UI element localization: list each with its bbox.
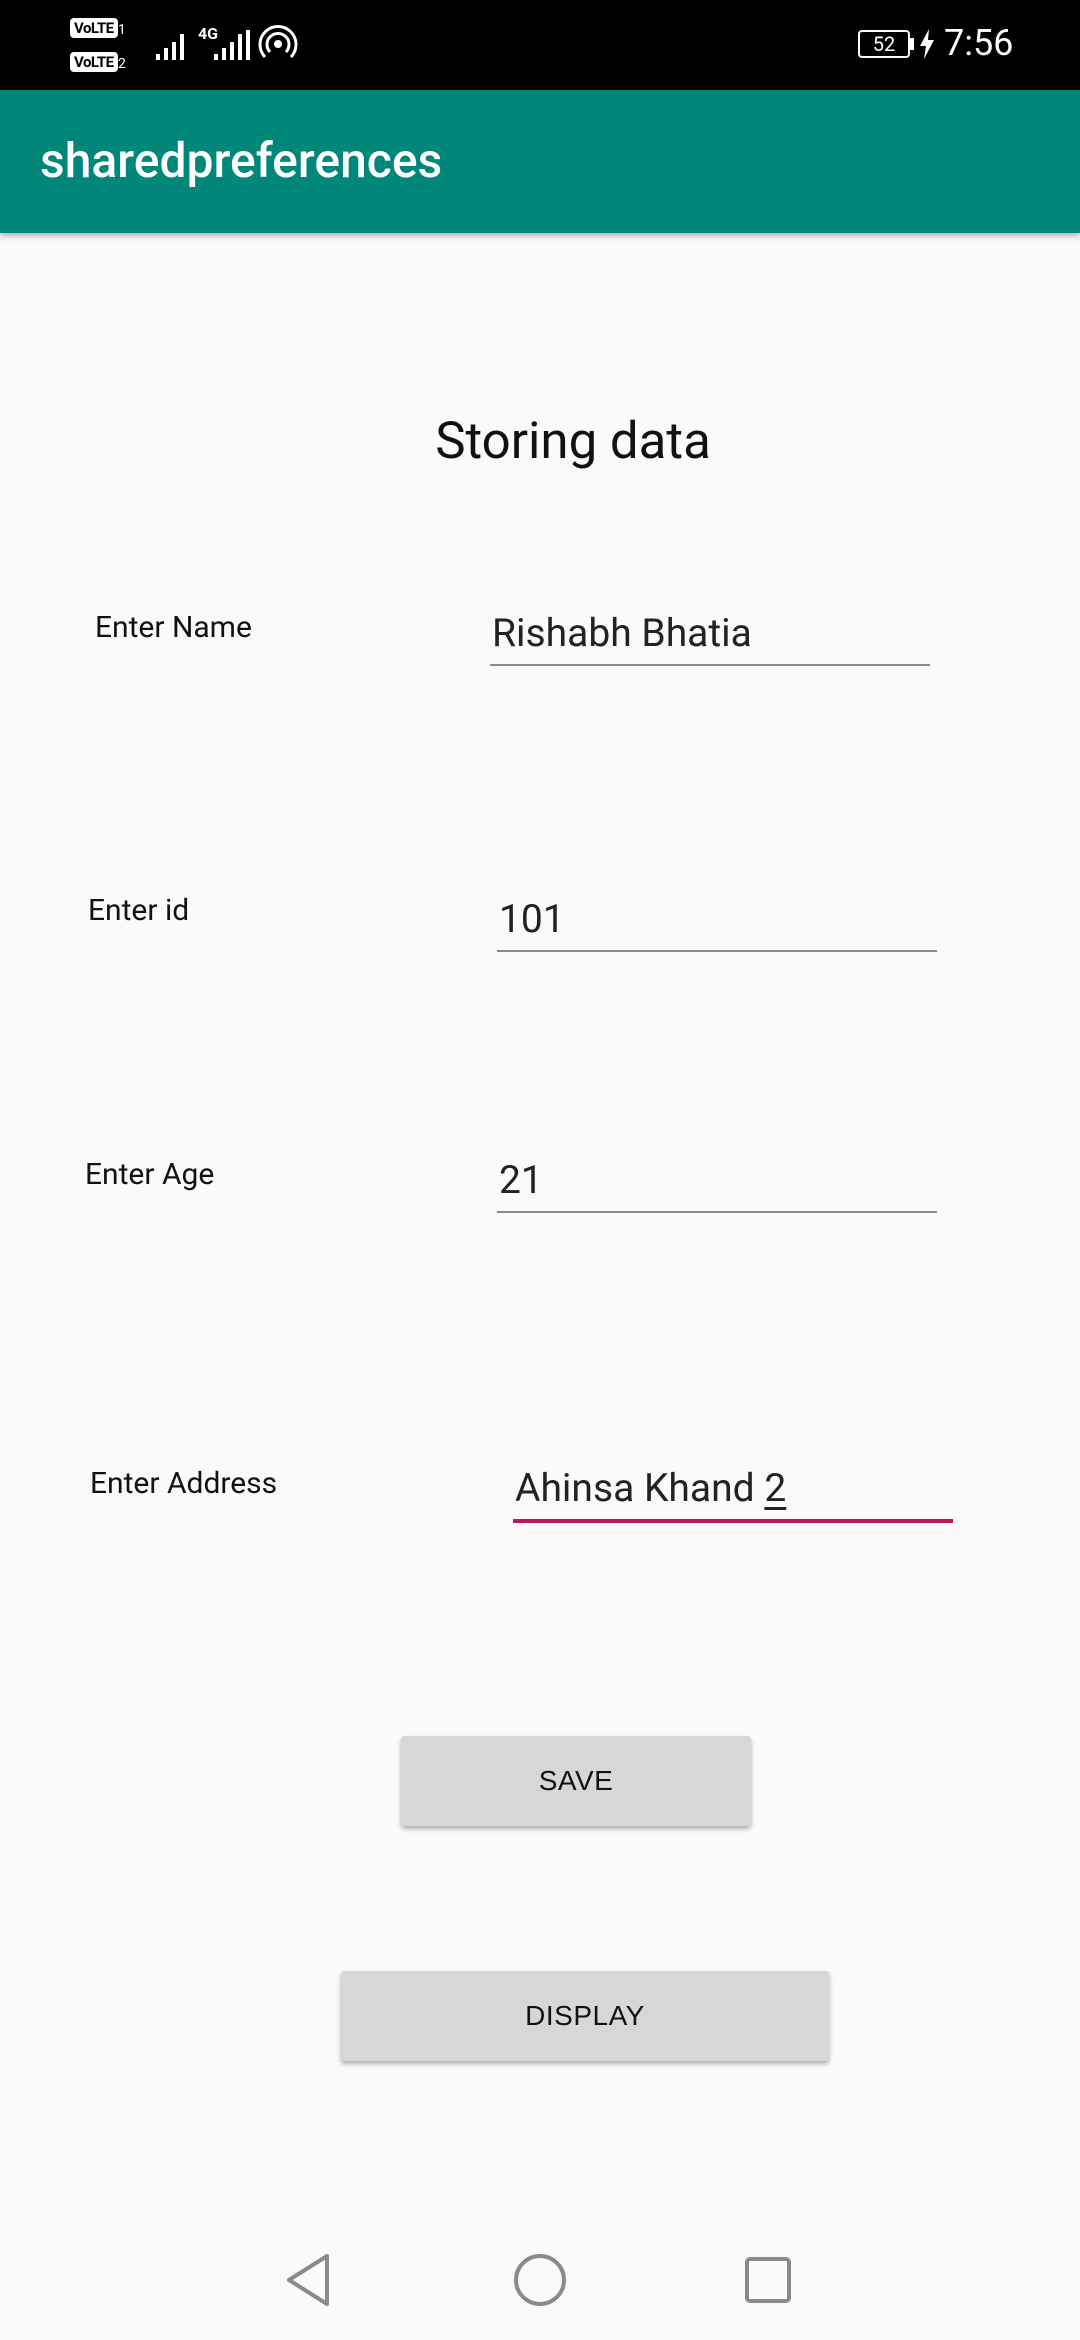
signal-sim1-icon	[156, 34, 184, 60]
id-input[interactable]: 101	[497, 892, 937, 952]
status-bar: VoLTE 1 VoLTE 2 4G 52 7:56	[0, 0, 1080, 90]
hotspot-icon	[258, 25, 298, 59]
id-label: Enter id	[88, 893, 190, 928]
name-input-value: Rishabh Bhatia	[492, 610, 752, 656]
sim1-number: 1	[118, 22, 126, 38]
address-label: Enter Address	[90, 1466, 278, 1501]
volte-sim1-badge: VoLTE	[70, 18, 118, 38]
charging-icon	[920, 29, 934, 59]
sim2-number: 2	[118, 56, 126, 72]
id-input-value: 101	[499, 896, 565, 942]
name-input[interactable]: Rishabh Bhatia	[490, 606, 930, 666]
app-bar: sharedpreferences	[0, 90, 1080, 233]
home-icon	[514, 2254, 566, 2306]
signal-sim2-icon	[214, 30, 250, 60]
navigation-bar	[0, 2215, 1080, 2340]
address-composing-text: 2	[764, 1465, 787, 1511]
app-title: sharedpreferences	[40, 132, 443, 189]
battery-tip	[910, 38, 914, 50]
back-button[interactable]	[273, 2245, 343, 2315]
home-button[interactable]	[505, 2245, 575, 2315]
address-input-value: Ahinsa Khand 2	[515, 1465, 787, 1511]
recents-button[interactable]	[733, 2245, 803, 2315]
save-button[interactable]: SAVE	[401, 1736, 751, 1826]
age-input-value: 21	[499, 1157, 543, 1203]
volte-sim2-badge: VoLTE	[70, 52, 118, 72]
clock: 7:56	[944, 22, 1014, 64]
recents-icon	[745, 2257, 791, 2303]
back-icon	[287, 2254, 329, 2306]
page-heading: Storing data	[435, 412, 711, 471]
name-label: Enter Name	[95, 610, 252, 645]
battery-level: 52	[872, 32, 896, 56]
age-input[interactable]: 21	[497, 1153, 937, 1213]
address-input[interactable]: Ahinsa Khand 2	[513, 1463, 953, 1523]
display-button[interactable]: DISPLAY	[341, 1971, 829, 2061]
age-label: Enter Age	[85, 1157, 215, 1192]
battery-icon: 52	[858, 30, 910, 58]
